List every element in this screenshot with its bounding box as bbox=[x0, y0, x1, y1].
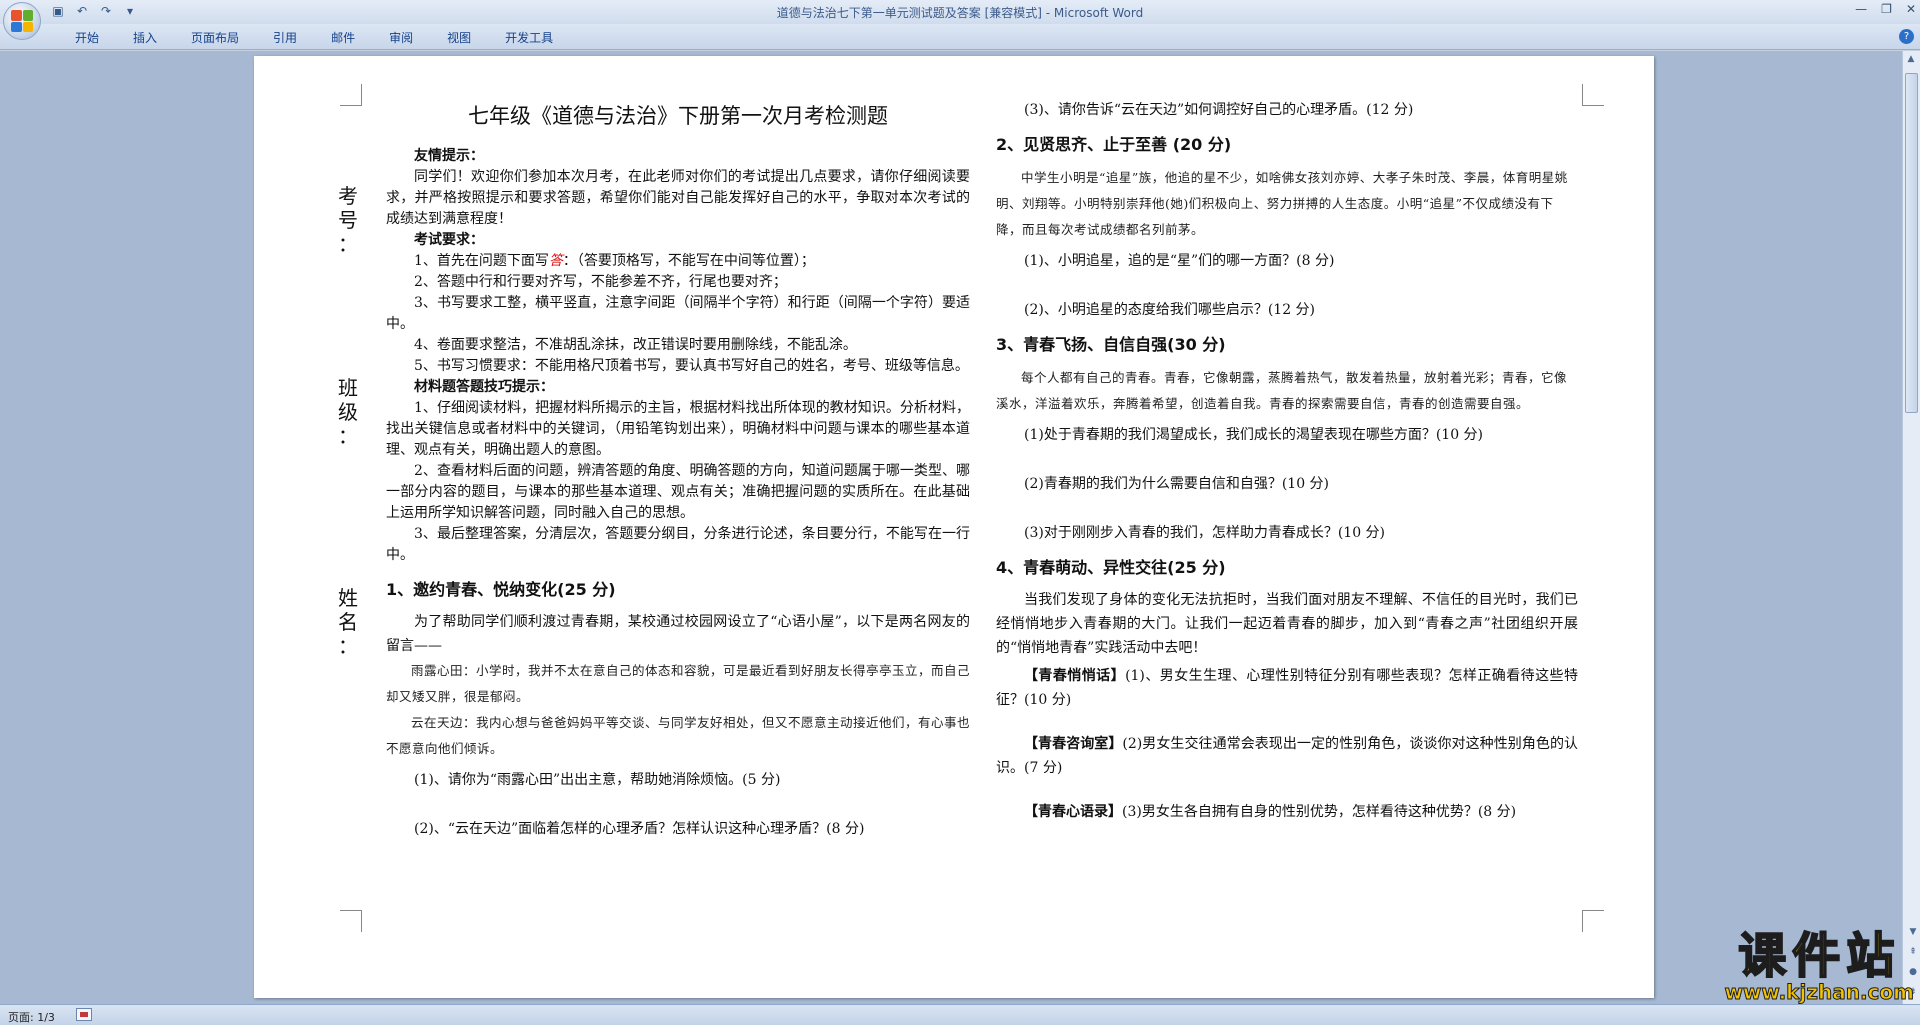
answer-space[interactable] bbox=[386, 791, 970, 811]
label-char: 考 bbox=[338, 184, 358, 208]
label-char: ： bbox=[338, 424, 358, 448]
vertical-scrollbar[interactable]: ▲ ▼ ⇞ ● ⇟ bbox=[1902, 51, 1920, 1004]
section-4-question-2: 【青春咨询室】(2)男女生交往通常会表现出一定的性别角色，谈谈你对这种性别角色的… bbox=[996, 732, 1578, 780]
tab-review[interactable]: 审阅 bbox=[372, 29, 430, 46]
crop-mark-top-left bbox=[340, 84, 362, 106]
section-4-intro: 当我们发现了身体的变化无法抗拒时，当我们面对朋友不理解、不信任的目光时，我们已经… bbox=[996, 592, 1578, 656]
section-1-intro: 为了帮助同学们顺利渡过青春期，某校通过校园网设立了“心语小屋”，以下是两名网友的… bbox=[386, 614, 970, 654]
window-title: 道德与法治七下第一单元测试题及答案 [兼容模式] - Microsoft Wor… bbox=[776, 6, 1144, 20]
class-label: 班 级 ： bbox=[336, 376, 360, 448]
document-title: 七年级《道德与法治》下册第一次月考检测题 bbox=[468, 104, 888, 128]
section-2-question-2: (2)、小明追星的态度给我们哪些启示？(12 分) bbox=[1024, 302, 1316, 318]
left-column: 七年级《道德与法治》下册第一次月考检测题 友情提示： 同学们！欢迎你们参加本次月… bbox=[386, 100, 970, 840]
label-char: 号 bbox=[338, 208, 358, 232]
section-4-question-3-tag: 【青春心语录】 bbox=[1024, 804, 1122, 820]
section-1-message-2: 云在天边：我内心想与爸爸妈妈平等交谈、与同学友好相处，但又不愿意主动接近他们，有… bbox=[386, 715, 971, 756]
section-4-question-1: 【青春悄悄话】(1)、男女生生理、心理性别特征分别有哪些表现？怎样正确看待这些特… bbox=[996, 664, 1578, 712]
requirement-3: 3、书写要求工整，横平竖直，注意字间距（间隔半个字符）和行距（间隔一个字符）要适… bbox=[386, 295, 970, 332]
skill-2: 2、查看材料后面的问题，辨清答题的角度、明确答题的方向，知道问题属于哪一类型、哪… bbox=[386, 463, 970, 521]
answer-space[interactable] bbox=[996, 780, 1578, 800]
label-char: 班 bbox=[338, 376, 358, 400]
section-3-question-3: (3)对于刚刚步入青春的我们，怎样助力青春成长？(10 分) bbox=[1024, 525, 1386, 541]
requirement-1-text: 1、首先在问题下面写 bbox=[414, 253, 549, 269]
tab-view[interactable]: 视图 bbox=[430, 29, 488, 46]
scroll-thumb[interactable] bbox=[1905, 73, 1918, 413]
section-4-question-1-tag: 【青春悄悄话】 bbox=[1024, 668, 1126, 684]
minimize-button[interactable]: — bbox=[1855, 2, 1867, 16]
requirement-1-rest: ：（答要顶格写，不能写在中间等位置）； bbox=[562, 253, 815, 269]
answer-space[interactable] bbox=[996, 712, 1578, 732]
tab-home[interactable]: 开始 bbox=[58, 29, 116, 46]
watermark-url: www.kjzhan.com bbox=[1724, 980, 1915, 1004]
section-1-heading: 1、邀约青春、悦纳变化(25 分) bbox=[386, 580, 616, 599]
scroll-up-icon[interactable]: ▲ bbox=[1903, 51, 1919, 67]
requirement-2: 2、答题中行和行要对齐写，不能参差不齐，行尾也要对齐； bbox=[414, 274, 787, 290]
ribbon-tabs: 开始 插入 页面布局 引用 邮件 审阅 视图 开发工具 bbox=[58, 29, 570, 46]
label-char: 级 bbox=[338, 400, 358, 424]
page-indicator[interactable]: 页面: 1/3 bbox=[8, 1009, 55, 1025]
maximize-button[interactable]: ❐ bbox=[1881, 2, 1892, 16]
skills-heading: 材料题答题技巧提示： bbox=[414, 379, 554, 395]
requirement-1: 1、首先在问题下面写答：（答要顶格写，不能写在中间等位置）； bbox=[386, 251, 970, 272]
tab-references[interactable]: 引用 bbox=[256, 29, 314, 46]
watermark-title: 课件站 bbox=[1737, 928, 1901, 984]
help-icon[interactable]: ? bbox=[1899, 29, 1914, 44]
section-1-question-1: (1)、请你为“雨露心田”出出主意，帮助她消除烦恼。(5 分) bbox=[414, 772, 781, 788]
label-char: 姓 bbox=[338, 586, 358, 610]
requirement-4: 4、卷面要求整洁，不准胡乱涂抹，改正错误时要用删除线，不能乱涂。 bbox=[414, 337, 857, 353]
label-char: ： bbox=[338, 232, 358, 256]
requirement-5: 5、书写习惯要求：不能用格尺顶着书写，要认真书写好自己的姓名，考号、班级等信息。 bbox=[414, 358, 969, 374]
tab-developer[interactable]: 开发工具 bbox=[488, 29, 570, 46]
office-logo-icon bbox=[11, 10, 33, 32]
section-4-question-3-text: (3)男女生各自拥有自身的性别优势，怎样看待这种优势？(8 分) bbox=[1122, 804, 1517, 820]
tab-insert[interactable]: 插入 bbox=[116, 29, 174, 46]
label-char: ： bbox=[338, 634, 358, 658]
section-2-question-1: (1)、小明追星，追的是“星”们的哪一方面？(8 分) bbox=[1024, 253, 1335, 269]
section-4-question-3: 【青春心语录】(3)男女生各自拥有自身的性别优势，怎样看待这种优势？(8 分) bbox=[996, 800, 1578, 824]
skill-1: 1、仔细阅读材料，把握材料所揭示的主旨，根据材料找出所体现的教材知识。分析材料，… bbox=[386, 400, 970, 458]
section-2-text: 中学生小明是“追星”族，他追的星不少，如啥佛女孩刘亦婷、大孝子朱时茂、李晨，体育… bbox=[996, 170, 1568, 237]
section-3-question-1: (1)处于青春期的我们渴望成长，我们成长的渴望表现在哪些方面？(10 分) bbox=[1024, 427, 1484, 443]
section-1-question-2: (2)、“云在天边”面临着怎样的心理矛盾？怎样认识这种心理矛盾？(8 分) bbox=[414, 821, 865, 837]
document-page[interactable]: 考 号 ： 班 级 ： 姓 名 ： 七年级《道德与法治》下册第一次月考检测题 友… bbox=[254, 56, 1654, 998]
skill-3: 3、最后整理答案，分清层次，答题要分纲目，分条进行论述，条目要分行，不能写在一行… bbox=[386, 526, 970, 563]
ribbon: 开始 插入 页面布局 引用 邮件 审阅 视图 开发工具 ? bbox=[0, 24, 1920, 50]
answer-mark: 答 bbox=[548, 253, 563, 269]
close-button[interactable]: ✕ bbox=[1906, 2, 1916, 16]
section-4-question-2-tag: 【青春咨询室】 bbox=[1024, 736, 1123, 752]
label-char: 名 bbox=[338, 610, 358, 634]
tip-heading: 友情提示： bbox=[414, 148, 484, 164]
right-column: (3)、请你告诉“云在天边”如何调控好自己的心理矛盾。(12 分) 2、见贤思齐… bbox=[996, 100, 1578, 824]
section-1-question-3: (3)、请你告诉“云在天边”如何调控好自己的心理矛盾。(12 分) bbox=[1024, 102, 1414, 118]
site-watermark-logo: 课件站 www.kjzhan.com bbox=[1724, 928, 1915, 1004]
section-2-heading: 2、见贤思齐、止于至善 (20 分) bbox=[996, 135, 1232, 154]
answer-space[interactable] bbox=[996, 272, 1578, 292]
section-1-message-1: 雨露心田：小学时，我并不太在意自己的体态和容貌，可是最近看到好朋友长得亭亭玉立，… bbox=[386, 663, 971, 704]
section-4-heading: 4、青春萌动、异性交往(25 分) bbox=[996, 558, 1226, 577]
crop-mark-bottom-right bbox=[1582, 910, 1604, 932]
title-bar: ▣ ↶ ↷ ▾ 道德与法治七下第一单元测试题及答案 [兼容模式] - Micro… bbox=[0, 0, 1920, 40]
section-3-text: 每个人都有自己的青春。青春，它像朝露，蒸腾着热气，散发着热量，放射着光彩；青春，… bbox=[996, 370, 1568, 411]
section-3-heading: 3、青春飞扬、自信自强(30 分) bbox=[996, 335, 1226, 354]
office-button[interactable] bbox=[3, 2, 41, 40]
crop-mark-top-right bbox=[1582, 84, 1604, 106]
answer-space[interactable] bbox=[996, 446, 1578, 466]
tab-mailings[interactable]: 邮件 bbox=[314, 29, 372, 46]
requirements-heading: 考试要求： bbox=[414, 232, 484, 248]
section-3-question-2: (2)青春期的我们为什么需要自信和自强？(10 分) bbox=[1024, 476, 1330, 492]
tip-body: 同学们！欢迎你们参加本次月考，在此老师对你们的考试提出几点要求，请你仔细阅读要求… bbox=[386, 169, 970, 227]
name-label: 姓 名 ： bbox=[336, 586, 360, 658]
document-workspace: 考 号 ： 班 级 ： 姓 名 ： 七年级《道德与法治》下册第一次月考检测题 友… bbox=[0, 51, 1902, 1004]
crop-mark-bottom-left bbox=[340, 910, 362, 932]
status-bar: 页面: 1/3 bbox=[0, 1004, 1920, 1025]
exam-number-label: 考 号 ： bbox=[336, 184, 360, 256]
proofing-icon[interactable] bbox=[76, 1008, 92, 1021]
answer-space[interactable] bbox=[996, 495, 1578, 515]
window-controls: — ❐ ✕ bbox=[1855, 2, 1916, 16]
tab-page-layout[interactable]: 页面布局 bbox=[174, 29, 256, 46]
